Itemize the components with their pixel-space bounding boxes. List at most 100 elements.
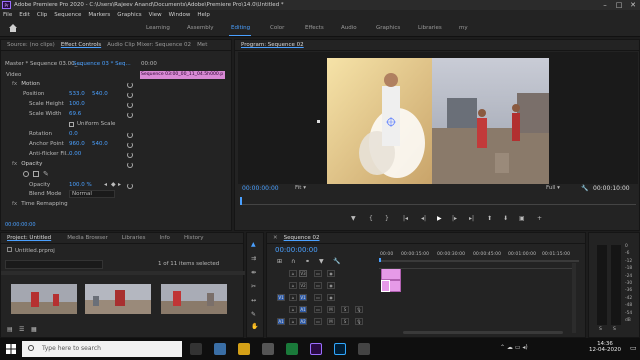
menu-graphics[interactable]: Graphics (117, 12, 141, 18)
hand-tool-icon[interactable]: ✋ (251, 323, 258, 330)
fx-icon[interactable]: fx (12, 81, 17, 87)
thumbnail-clip-2[interactable] (85, 284, 151, 314)
task-view-icon[interactable] (190, 343, 202, 355)
workspace-my[interactable]: my (459, 25, 468, 31)
minimize-button[interactable]: – (598, 0, 612, 10)
step-forward-icon[interactable]: |▸ (452, 215, 457, 222)
program-video-frame[interactable] (327, 58, 549, 184)
mic-a1-icon[interactable]: 🎙 (355, 306, 363, 313)
lift-icon[interactable]: ⬆ (487, 215, 492, 222)
tab-effect-controls[interactable]: Effect Controls (61, 42, 101, 48)
close-sequence-icon[interactable]: ✕ (273, 235, 278, 241)
add-marker-icon[interactable]: ▼ (351, 215, 356, 222)
project-search-input[interactable] (5, 260, 103, 269)
track-label-v2[interactable]: V2 (299, 282, 307, 289)
ripple-edit-tool-icon[interactable]: ⇹ (251, 269, 256, 276)
clip-v2-selected[interactable] (381, 280, 390, 292)
tab-source[interactable]: Source: (no clips) (7, 42, 55, 48)
workspace-learning[interactable]: Learning (146, 25, 170, 31)
menu-window[interactable]: Window (169, 12, 191, 18)
thumbnail-clip-3[interactable] (161, 284, 227, 314)
play-icon[interactable]: ▶ (437, 215, 442, 222)
lock-v1-icon[interactable]: ⌂ (289, 294, 297, 301)
track-label-v3[interactable]: V3 (299, 270, 307, 277)
export-frame-icon[interactable]: ▣ (519, 215, 525, 222)
eye-v2-icon[interactable]: ◉ (327, 282, 335, 289)
clock[interactable]: 14:36 12-04-2020 (585, 341, 625, 353)
rotation-value[interactable]: 0.0 (69, 130, 78, 139)
anchor-y-value[interactable]: 540.0 (92, 140, 108, 149)
reset-opacity-value-icon[interactable] (127, 183, 133, 189)
button-editor-icon[interactable]: + (537, 215, 542, 222)
thumbnail-clip-1[interactable] (11, 284, 77, 314)
linked-selection-icon[interactable]: ⚭ (305, 258, 310, 265)
rectangle-mask-icon[interactable] (33, 171, 39, 177)
reset-opacity-icon[interactable] (127, 162, 133, 168)
chrome-icon[interactable] (286, 343, 298, 355)
ec-clip-bar[interactable]: Sequence 03:00_00_11_04.5h000.p (140, 71, 225, 79)
premiere-taskbar-icon[interactable] (310, 343, 322, 355)
taskbar-search-input[interactable]: Type here to search (22, 341, 182, 357)
lock-v3-icon[interactable]: ⌂ (289, 270, 297, 277)
razor-tool-icon[interactable]: ✂ (251, 283, 256, 290)
slip-tool-icon[interactable]: ↔ (251, 297, 256, 304)
source-a1-button[interactable]: A1 (277, 318, 285, 325)
edge-icon[interactable] (214, 343, 226, 355)
store-icon[interactable] (262, 343, 274, 355)
program-playhead[interactable] (240, 197, 242, 205)
mic-a2-icon[interactable]: 🎙 (355, 318, 363, 325)
tab-media-browser[interactable]: Media Browser (67, 235, 108, 241)
blend-mode-dropdown[interactable]: Normal (69, 190, 115, 198)
reset-position-icon[interactable] (127, 92, 133, 98)
anti-flicker-value[interactable]: 0.00 (69, 150, 81, 159)
fx-icon[interactable]: fx (12, 161, 17, 167)
notification-icon[interactable]: ▭ (630, 344, 637, 352)
resolution-dropdown[interactable]: Full ▾ (546, 185, 560, 191)
windows-start-icon[interactable] (6, 344, 16, 354)
nest-icon[interactable]: ⊞ (277, 258, 282, 265)
system-tray-icons[interactable]: ⌃ ☁ ▭ ◂) (500, 344, 528, 351)
pen-tool-icon[interactable]: ✎ (251, 311, 256, 318)
timeline-timecode[interactable]: 00:00:00:00 (275, 246, 318, 254)
reset-rotation-icon[interactable] (127, 132, 133, 138)
menu-sequence[interactable]: Sequence (54, 12, 81, 18)
icon-view-icon[interactable]: ▦ (31, 326, 37, 333)
wrench-icon[interactable]: 🔧 (581, 185, 588, 192)
tab-program[interactable]: Program: Sequence 02 (241, 42, 304, 48)
keyframe-add-icon[interactable]: ◆ (111, 181, 116, 188)
mute-a1-button[interactable]: M (327, 306, 335, 313)
eye-v3-icon[interactable]: ◉ (327, 270, 335, 277)
timeline-playhead[interactable] (379, 258, 381, 262)
tab-info[interactable]: Info (160, 235, 170, 241)
track-label-a1[interactable]: A1 (299, 306, 307, 313)
workspace-color[interactable]: Color (270, 25, 284, 31)
menu-view[interactable]: View (149, 12, 162, 18)
timeline-vscroll[interactable] (572, 263, 576, 333)
opacity-value[interactable]: 100.0 % (69, 181, 92, 190)
photoshop-taskbar-icon[interactable] (334, 343, 346, 355)
ec-timecode[interactable]: 00:00:00:00 (5, 221, 36, 230)
workspace-audio[interactable]: Audio (341, 25, 357, 31)
sequence-clip-label[interactable]: Sequence 03 * Seq... (73, 60, 131, 69)
solo-a1-button[interactable]: S (341, 306, 349, 313)
clip-v3[interactable] (381, 268, 401, 280)
maximize-button[interactable]: □ (612, 0, 626, 10)
go-to-in-icon[interactable]: |◂ (403, 215, 408, 222)
pen-mask-icon[interactable]: ✎ (43, 170, 49, 178)
program-timecode[interactable]: 00:00:00:00 (242, 185, 287, 194)
solo-a2-button[interactable]: S (341, 318, 349, 325)
keyframe-next-icon[interactable]: ▸ (118, 181, 121, 188)
mute-a2-button[interactable]: M (327, 318, 335, 325)
sync-a2-icon[interactable]: ▭ (314, 318, 322, 325)
lock-icon[interactable]: ▤ (7, 326, 13, 333)
anchor-x-value[interactable]: 960.0 (69, 140, 85, 149)
menu-help[interactable]: Help (197, 12, 210, 18)
tab-metadata[interactable]: Met (197, 42, 207, 48)
sync-v3-icon[interactable]: ▭ (314, 270, 322, 277)
file-explorer-icon[interactable] (238, 343, 250, 355)
lock-a1-icon[interactable]: ⌂ (289, 306, 297, 313)
tab-project[interactable]: Project: Untitled (7, 235, 51, 241)
reset-scale-height-icon[interactable] (127, 102, 133, 108)
close-button[interactable]: ✕ (626, 0, 640, 10)
lock-a2-icon[interactable]: ⌂ (289, 318, 297, 325)
